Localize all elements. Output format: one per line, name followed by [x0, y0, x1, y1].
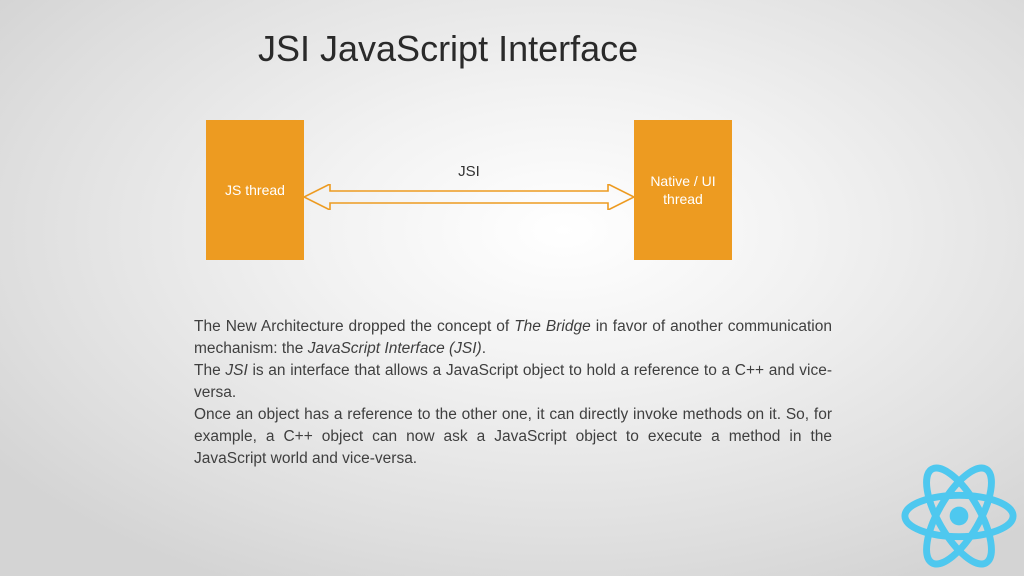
- paragraph-2: The JSI is an interface that allows a Ja…: [194, 360, 832, 404]
- native-ui-thread-box: Native / UI thread: [634, 120, 732, 260]
- paragraph-1: The New Architecture dropped the concept…: [194, 316, 832, 360]
- js-thread-box: JS thread: [206, 120, 304, 260]
- arrow-label: JSI: [304, 163, 634, 180]
- page-title: JSI JavaScript Interface: [258, 28, 638, 70]
- text-span: .: [482, 340, 486, 357]
- native-ui-thread-label: Native / UI thread: [638, 172, 728, 208]
- text-em: JavaScript Interface (JSI): [308, 340, 482, 357]
- text-span: is an interface that allows a JavaScript…: [194, 362, 832, 401]
- description-text: The New Architecture dropped the concept…: [194, 316, 832, 470]
- paragraph-3: Once an object has a reference to the ot…: [194, 404, 832, 470]
- double-arrow-icon: [304, 184, 634, 210]
- text-span: The New Architecture dropped the concept…: [194, 318, 514, 335]
- react-logo-icon: [900, 462, 1018, 570]
- text-em: JSI: [225, 362, 247, 379]
- js-thread-label: JS thread: [225, 181, 285, 199]
- text-em: The Bridge: [514, 318, 591, 335]
- text-span: The: [194, 362, 225, 379]
